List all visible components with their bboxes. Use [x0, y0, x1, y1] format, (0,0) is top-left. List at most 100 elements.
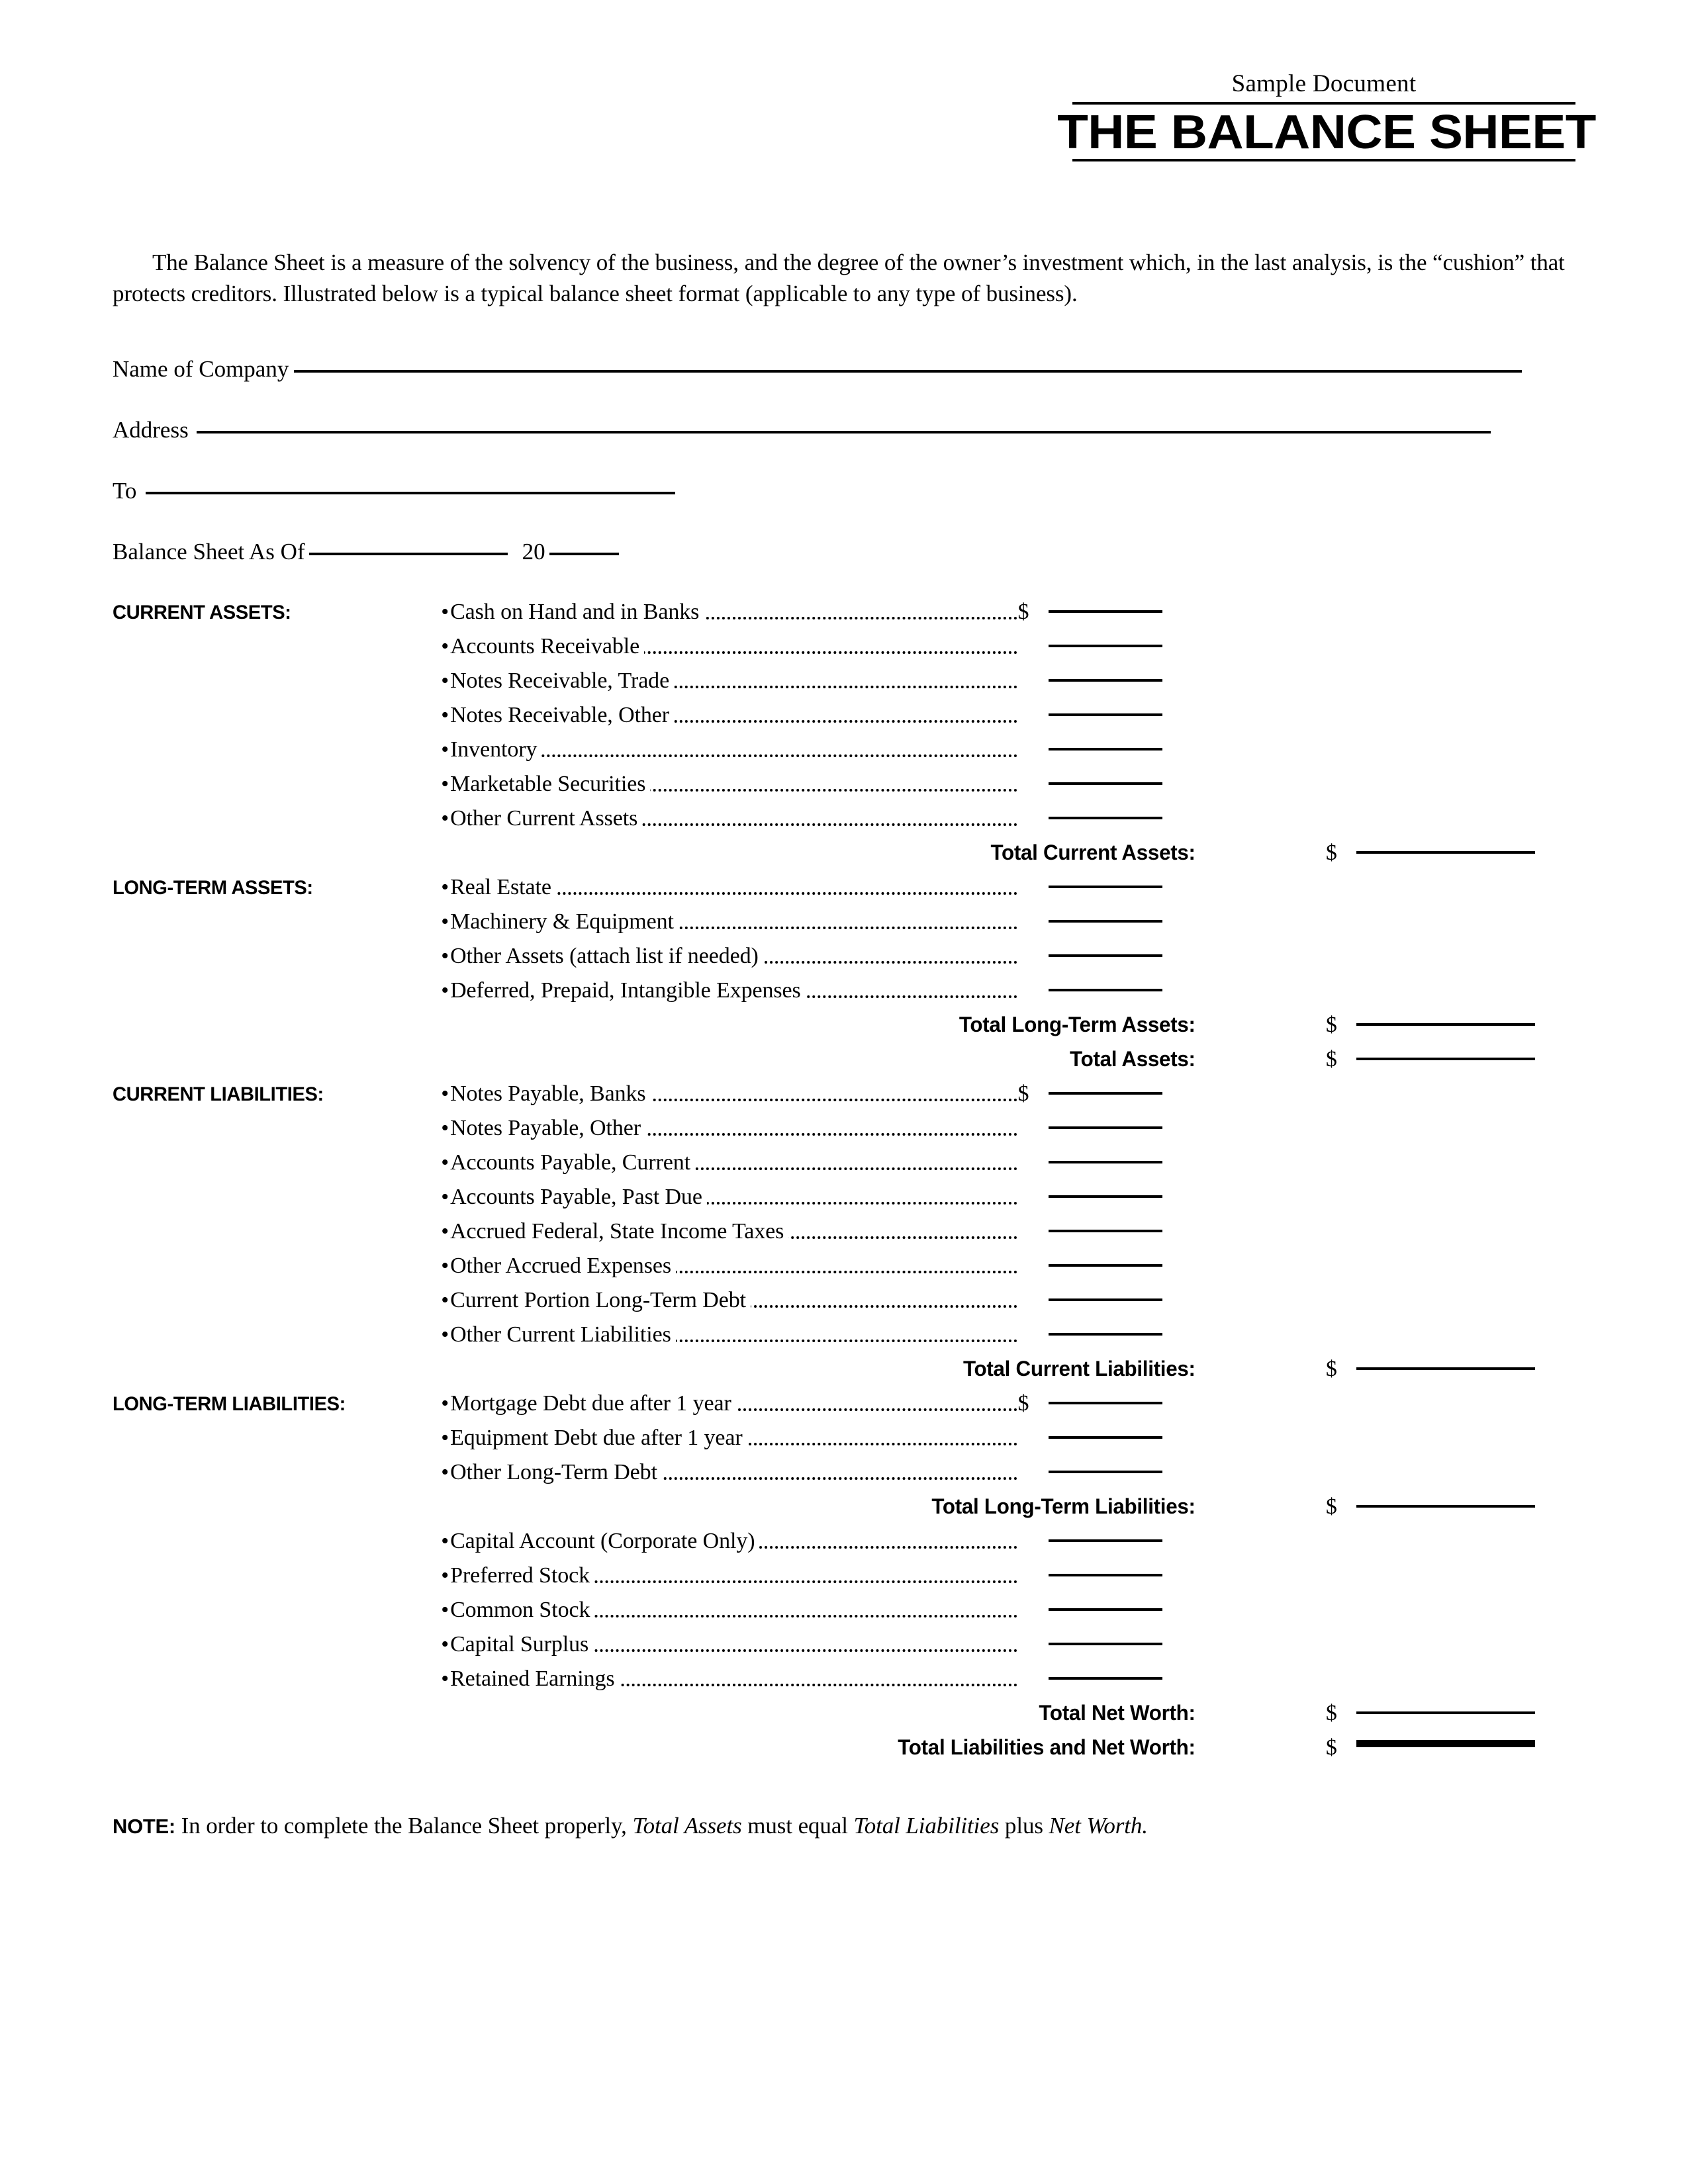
line-item-cell: •Notes Payable, Banks: [441, 1081, 1018, 1116]
amount-input-line[interactable]: [1048, 782, 1162, 785]
amount-input-line[interactable]: [1048, 1470, 1162, 1473]
balance-sheet-item-row: •Other Current Assets: [113, 805, 1575, 841]
total-input-line[interactable]: [1356, 850, 1536, 854]
year-input-line[interactable]: [549, 552, 619, 555]
line-item: •Common Stock: [441, 1597, 1018, 1623]
amount-input-line[interactable]: [1048, 885, 1162, 888]
total-amount-cell: [1356, 1460, 1575, 1494]
amount-input-line[interactable]: [1048, 713, 1162, 716]
balance-sheet-item-row: •Other Assets (attach list if needed): [113, 943, 1575, 978]
address-input-line[interactable]: [196, 430, 1491, 433]
company-input-line[interactable]: [294, 369, 1523, 373]
total-amount-cell: [1356, 703, 1575, 737]
header-rule-bottom: [1072, 158, 1575, 161]
total-label: Total Liabilities and Net Worth:: [898, 1735, 1196, 1759]
amount-input-line[interactable]: [1048, 919, 1162, 923]
balance-sheet-item-row: •Accounts Payable, Past Due: [113, 1184, 1575, 1219]
total-input-line[interactable]: [1356, 1367, 1536, 1370]
amount-input-line[interactable]: [1048, 1435, 1162, 1439]
line-item-cell: •Real Estate: [441, 874, 1018, 909]
amount-input-line[interactable]: [1048, 1126, 1162, 1129]
grand-total-input-line[interactable]: [1356, 1739, 1536, 1747]
currency-symbol-cell: [1017, 1563, 1048, 1598]
total-currency-cell: [1326, 944, 1356, 978]
line-item-label: Deferred, Prepaid, Intangible Expenses: [450, 978, 806, 1003]
total-currency-cell: [1326, 634, 1356, 668]
total-amount-cell: [1356, 1185, 1575, 1219]
amount-input-line[interactable]: [1048, 816, 1162, 819]
spacer-cell: [113, 634, 441, 668]
spacer-cell: [113, 1047, 441, 1081]
total-amount-cell: [1356, 668, 1575, 703]
amount-cell: [1048, 909, 1198, 944]
total-label-cell: Total Liabilities and Net Worth:: [441, 1735, 1198, 1770]
amount-input-line[interactable]: [1048, 678, 1162, 682]
currency-symbol-cell: [1017, 1666, 1048, 1701]
currency-symbol-cell: [1017, 1632, 1048, 1666]
line-item-label: Cash on Hand and in Banks: [450, 599, 704, 624]
balance-sheet-item-row: •Other Accrued Expenses: [113, 1253, 1575, 1288]
amount-input-line[interactable]: [1048, 1229, 1162, 1232]
currency-symbol-cell: [1017, 909, 1048, 944]
spacer-cell: [113, 1598, 441, 1632]
spacer-cell: [1198, 806, 1326, 841]
amount-input-line[interactable]: [1048, 1608, 1162, 1611]
as-of-date-input-line[interactable]: [308, 552, 508, 555]
total-amount-cell: [1356, 737, 1575, 772]
total-amount-cell: [1356, 841, 1575, 875]
amount-cell: [1048, 737, 1198, 772]
line-item-cell: •Capital Account (Corporate Only): [441, 1528, 1018, 1563]
currency-symbol-cell: [1017, 1288, 1048, 1322]
line-item-label: Other Assets (attach list if needed): [450, 943, 763, 968]
line-item-cell: •Accrued Federal, State Income Taxes: [441, 1218, 1018, 1253]
balance-sheet-total-row: Total Assets: $: [113, 1047, 1575, 1081]
total-input-line[interactable]: [1356, 1023, 1536, 1026]
line-item: •Equipment Debt due after 1 year: [441, 1425, 1018, 1451]
amount-input-line[interactable]: [1048, 1539, 1162, 1542]
amount-cell: [1048, 1288, 1198, 1322]
amount-input-line[interactable]: [1048, 1332, 1162, 1336]
amount-input-line[interactable]: [1048, 988, 1162, 991]
amount-input-line[interactable]: [1048, 1091, 1162, 1095]
section-label-cell: LONG-TERM ASSETS:: [113, 875, 441, 909]
total-amount-cell: [1356, 1563, 1575, 1598]
balance-sheet-item-row: •Current Portion Long-Term Debt: [113, 1287, 1575, 1322]
amount-input-line[interactable]: [1048, 644, 1162, 647]
amount-input-line[interactable]: [1048, 610, 1162, 613]
currency-symbol-cell: [1017, 737, 1048, 772]
amount-input-line[interactable]: [1048, 1160, 1162, 1163]
amount-input-line[interactable]: [1048, 1676, 1162, 1680]
spacer-cell: [113, 1426, 441, 1460]
line-item-label: Other Current Liabilities: [450, 1322, 676, 1347]
spacer-cell: [113, 1494, 441, 1529]
amount-input-line[interactable]: [1048, 1195, 1162, 1198]
line-item-label: Marketable Securities: [450, 771, 651, 796]
line-item-cell: •Accounts Payable, Current: [441, 1150, 1018, 1185]
total-input-line[interactable]: [1356, 1711, 1536, 1714]
to-input-line[interactable]: [146, 491, 676, 494]
line-item: •Other Current Liabilities: [441, 1322, 1018, 1347]
note-emphasis-total-liabilities: Total Liabilities: [853, 1812, 1000, 1839]
total-amount-cell: [1356, 1494, 1575, 1529]
amount-cell: [1048, 944, 1198, 978]
balance-sheet-item-row: •Accounts Receivable: [113, 633, 1575, 668]
total-amount-cell: [1356, 634, 1575, 668]
spacer-cell: [1198, 1598, 1326, 1632]
amount-input-line[interactable]: [1048, 1298, 1162, 1301]
balance-sheet-item-row: •Accrued Federal, State Income Taxes: [113, 1218, 1575, 1253]
amount-input-line[interactable]: [1048, 1401, 1162, 1404]
amount-input-line[interactable]: [1048, 1263, 1162, 1267]
amount-input-line[interactable]: [1048, 1573, 1162, 1576]
line-item-label: Notes Receivable, Trade: [450, 668, 675, 693]
amount-input-line[interactable]: [1048, 747, 1162, 751]
line-item: •Notes Payable, Banks: [441, 1081, 1018, 1107]
total-input-line[interactable]: [1356, 1057, 1536, 1060]
total-amount-cell: [1356, 600, 1575, 634]
amount-input-line[interactable]: [1048, 954, 1162, 957]
total-input-line[interactable]: [1356, 1504, 1536, 1508]
total-currency-cell: [1326, 1529, 1356, 1563]
total-currency-cell: $: [1326, 1735, 1356, 1770]
total-amount-cell: [1356, 978, 1575, 1013]
total-currency-cell: [1326, 668, 1356, 703]
amount-input-line[interactable]: [1048, 1642, 1162, 1645]
